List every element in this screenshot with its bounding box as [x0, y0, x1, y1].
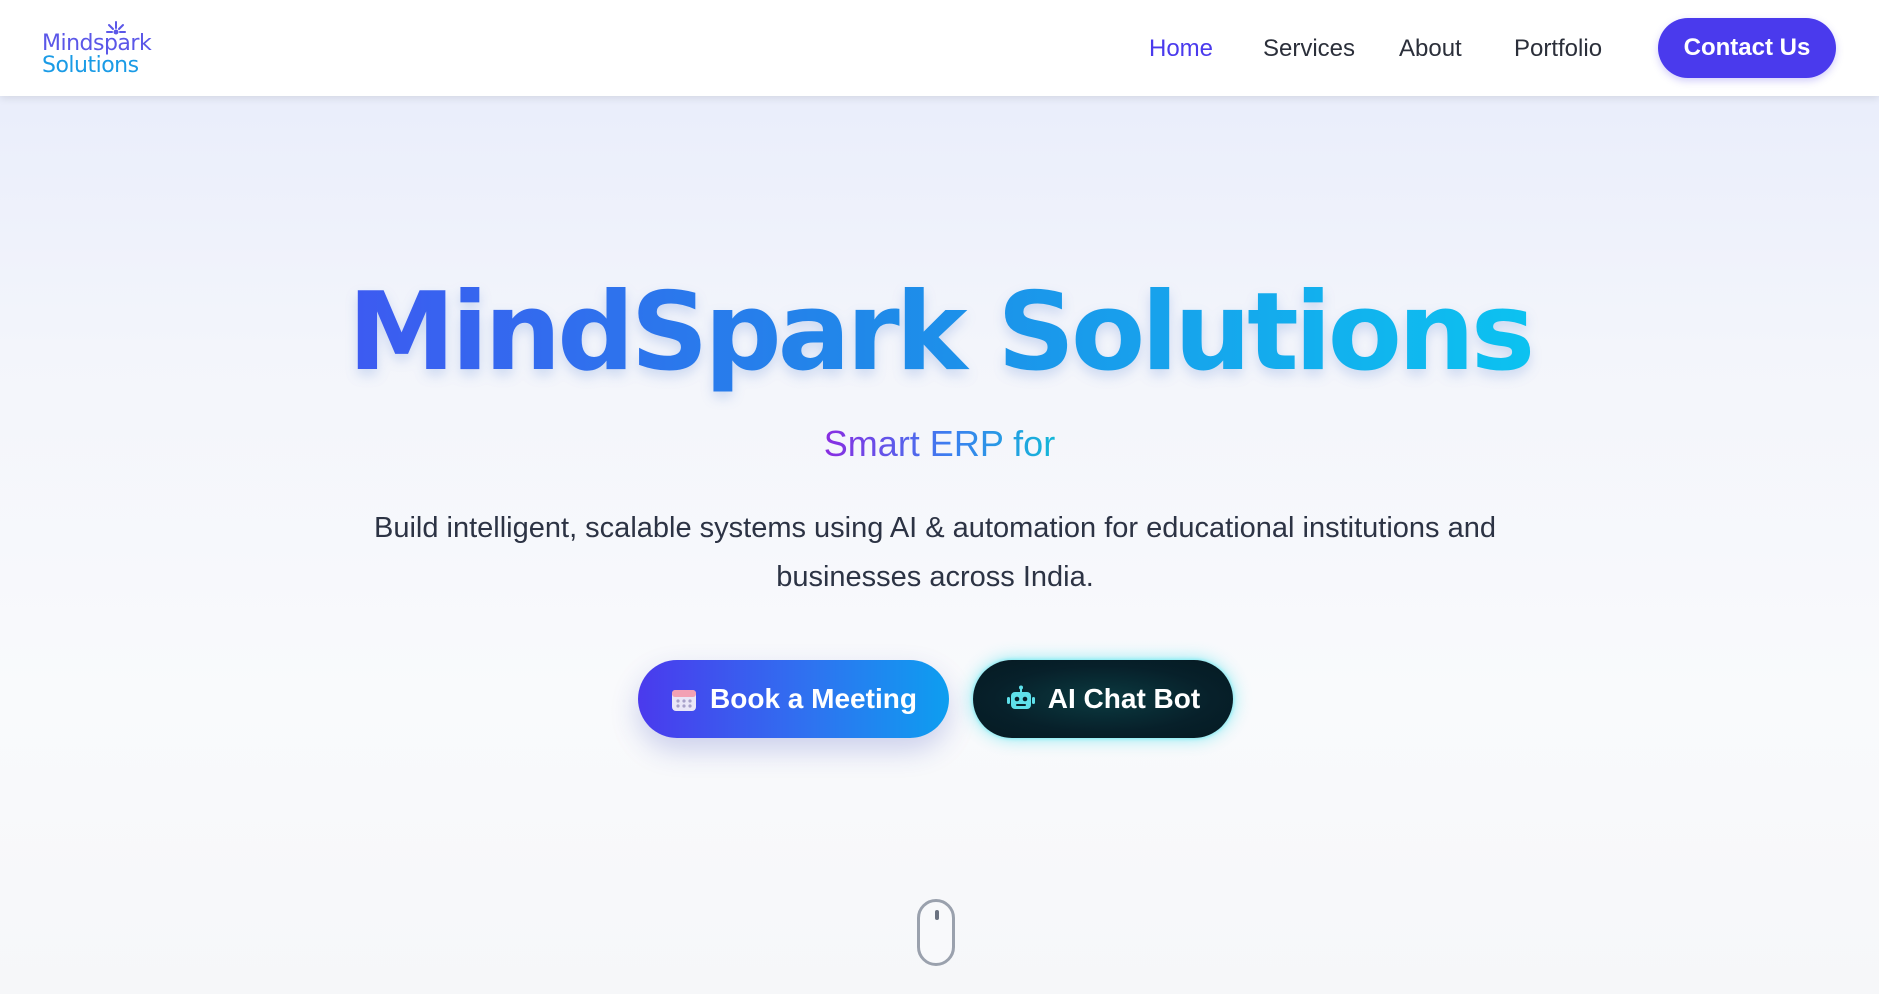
hero-subtitle: Smart ERP for	[0, 420, 1879, 468]
contact-us-button[interactable]: Contact Us	[1658, 18, 1836, 78]
nav-link-about[interactable]: About	[1399, 35, 1462, 63]
book-meeting-label: Book a Meeting	[710, 683, 917, 714]
nav-link-portfolio[interactable]: Portfolio	[1514, 35, 1602, 63]
ai-chat-bot-button[interactable]: AI Chat Bot	[973, 660, 1233, 738]
nav-link-services[interactable]: Services	[1263, 35, 1355, 63]
hero-description: Build intelligent, scalable systems usin…	[374, 512, 1496, 593]
nav-link-home[interactable]: Home	[1149, 35, 1213, 63]
hero-title: MindSpark Solutions	[0, 268, 1879, 398]
hero-title-text: MindSpark Solutions	[347, 270, 1535, 395]
book-meeting-button[interactable]: Book a Meeting	[638, 660, 949, 738]
calendar-icon	[670, 685, 698, 713]
robot-icon	[1006, 685, 1036, 713]
logo-text-secondary: Solutions	[42, 53, 139, 78]
mouse-scroll-icon[interactable]	[917, 899, 955, 966]
ai-chat-bot-label: AI Chat Bot	[1047, 683, 1201, 714]
hero-subtitle-text: Smart ERP for	[823, 423, 1056, 464]
navbar: Mindspark Solutions Home Services About …	[0, 0, 1879, 96]
scroll-wheel	[935, 910, 939, 920]
brand-logo[interactable]: Mindspark Solutions	[42, 20, 172, 80]
